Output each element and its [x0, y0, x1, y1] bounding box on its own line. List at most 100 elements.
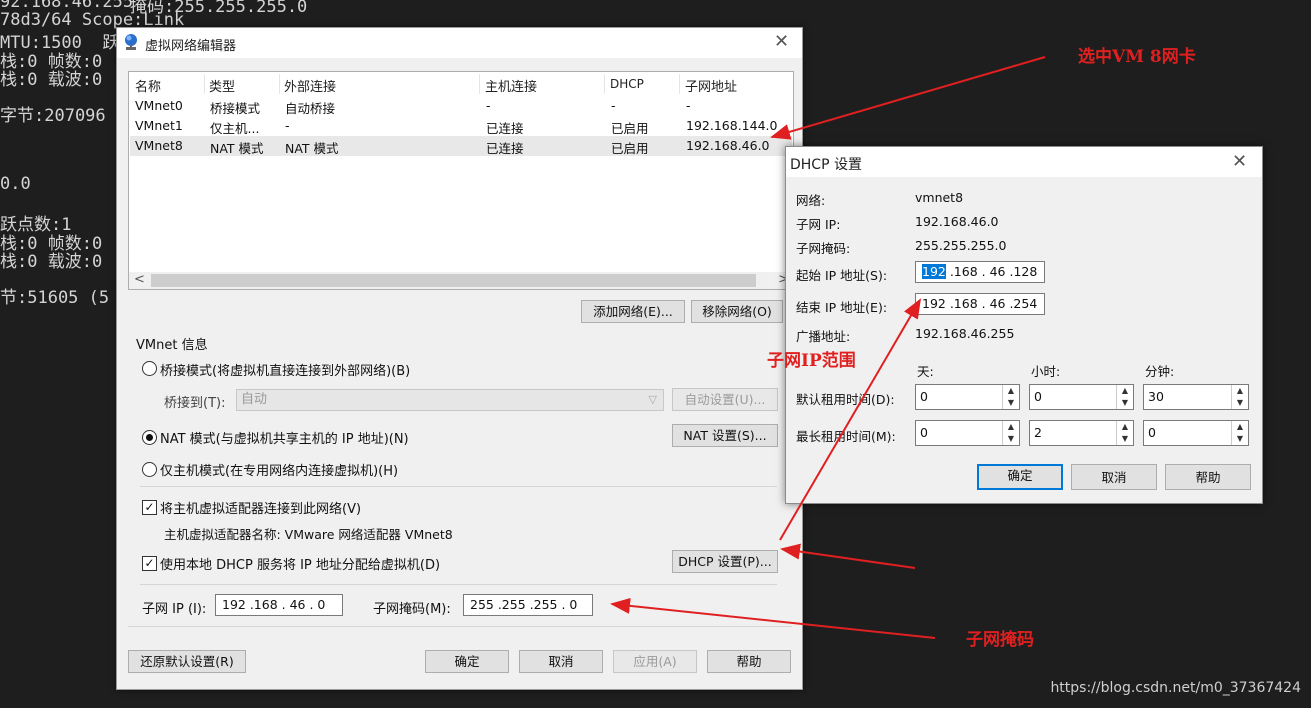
- dhcp-dialog-title: DHCP 设置: [790, 157, 862, 173]
- scroll-thumb[interactable]: [151, 274, 756, 287]
- restore-defaults-button[interactable]: 还原默认设置(R): [128, 650, 246, 673]
- spin-up-icon[interactable]: ▲: [1002, 385, 1019, 397]
- subnet-ip-label: 子网 IP (I):: [142, 602, 207, 617]
- subnet-ip-input[interactable]: 192 .168 . 46 . 0: [215, 594, 343, 616]
- dhcp-settings-button[interactable]: DHCP 设置(P)...: [672, 550, 778, 573]
- subnet-ip-label: 子网 IP:: [796, 217, 841, 232]
- dhcp-cancel-button[interactable]: 取消: [1071, 464, 1157, 490]
- cell-dhcp: 已启用: [611, 121, 649, 136]
- close-icon[interactable]: ✕: [774, 33, 789, 51]
- bridge-to-select[interactable]: 自动 ▽: [236, 389, 664, 411]
- hours-label: 小时:: [1031, 364, 1061, 379]
- spin-down-icon[interactable]: ▼: [1002, 433, 1019, 445]
- bridge-mode-label[interactable]: 桥接模式(将虚拟机直接连接到外部网络)(B): [160, 360, 410, 379]
- network-label: 网络:: [796, 193, 826, 208]
- subnet-mask-value: 255.255.255.0: [915, 238, 1007, 253]
- days-label: 天:: [917, 364, 934, 379]
- start-ip-input[interactable]: 192 .168 . 46 .128: [915, 261, 1045, 283]
- spin-up-icon[interactable]: ▲: [1231, 385, 1248, 397]
- default-lease-days[interactable]: 0 ▲ ▼: [915, 384, 1020, 410]
- bridge-to-label: 桥接到(T):: [164, 396, 226, 411]
- max-lease-minutes[interactable]: 0 ▲ ▼: [1143, 420, 1249, 446]
- horizontal-scrollbar[interactable]: < >: [129, 272, 793, 289]
- column-header-dhcp[interactable]: DHCP: [610, 77, 644, 91]
- watermark-text: https://blog.csdn.net/m0_37367424: [1050, 680, 1301, 696]
- max-lease-days[interactable]: 0 ▲ ▼: [915, 420, 1020, 446]
- column-header-type[interactable]: 类型: [209, 76, 235, 95]
- column-header-host[interactable]: 主机连接: [485, 76, 537, 95]
- add-network-button[interactable]: 添加网络(E)...: [581, 300, 685, 323]
- cell-type: 仅主机...: [210, 121, 260, 136]
- cell-type: NAT 模式: [210, 141, 264, 156]
- start-ip-rest: .168 . 46 .128: [945, 264, 1038, 279]
- max-lease-hours[interactable]: 2 ▲ ▼: [1029, 420, 1134, 446]
- start-ip-label: 起始 IP 地址(S):: [796, 268, 888, 283]
- cell-external: -: [285, 118, 290, 133]
- connect-adapter-label[interactable]: 将主机虚拟适配器连接到此网络(V): [160, 498, 361, 517]
- network-list[interactable]: 名称 类型 外部连接 主机连接 DHCP 子网地址 VMnet0 桥接模式 自动…: [128, 71, 794, 290]
- end-ip-input[interactable]: 192 .168 . 46 .254: [915, 293, 1045, 315]
- ok-button[interactable]: 确定: [425, 650, 509, 673]
- spin-up-icon[interactable]: ▲: [1002, 421, 1019, 433]
- spin-up-icon[interactable]: ▲: [1231, 421, 1248, 433]
- host-only-label[interactable]: 仅主机模式(在专用网络内连接虚拟机)(H): [160, 460, 398, 479]
- cell-host: -: [486, 98, 491, 113]
- spin-down-icon[interactable]: ▼: [1231, 397, 1248, 409]
- subnet-mask-label: 子网掩码:: [796, 241, 851, 256]
- dhcp-settings-dialog: DHCP 设置 ✕ 网络: vmnet8 子网 IP: 192.168.46.0…: [785, 146, 1263, 504]
- auto-settings-button[interactable]: 自动设置(U)...: [672, 388, 778, 411]
- cell-host: 已连接: [486, 121, 524, 136]
- cell-external: NAT 模式: [285, 141, 339, 156]
- cell-dhcp: 已启用: [611, 141, 649, 156]
- use-dhcp-checkbox[interactable]: ✓: [142, 556, 157, 571]
- title-bar: 虚拟网络编辑器 ✕: [117, 28, 802, 58]
- spin-down-icon[interactable]: ▼: [1116, 433, 1133, 445]
- column-header-external[interactable]: 外部连接: [284, 76, 336, 95]
- terminal-line: 栈:0 载波:0: [0, 69, 103, 90]
- remove-network-button[interactable]: 移除网络(O): [691, 300, 783, 323]
- column-header-name[interactable]: 名称: [135, 76, 161, 95]
- dhcp-title-bar: DHCP 设置 ✕: [786, 147, 1262, 177]
- bridge-mode-radio[interactable]: [142, 361, 157, 376]
- end-ip-label: 结束 IP 地址(E):: [796, 300, 888, 315]
- apply-button[interactable]: 应用(A): [613, 650, 697, 673]
- minutes-label: 分钟:: [1145, 364, 1175, 379]
- subnet-mask-input[interactable]: 255 .255 .255 . 0: [463, 594, 593, 616]
- cell-subnet: 192.168.46.0: [686, 138, 770, 153]
- broadcast-value: 192.168.46.255: [915, 326, 1015, 341]
- cancel-button[interactable]: 取消: [519, 650, 603, 673]
- spin-up-icon[interactable]: ▲: [1116, 421, 1133, 433]
- vmnet-info-heading: VMnet 信息: [136, 338, 208, 353]
- annotation-select-vm8: 选中VM 8网卡: [1078, 47, 1196, 67]
- spin-down-icon[interactable]: ▼: [1231, 433, 1248, 445]
- nat-mode-radio[interactable]: [142, 430, 157, 445]
- connect-adapter-checkbox[interactable]: ✓: [142, 500, 157, 515]
- host-only-radio[interactable]: [142, 462, 157, 477]
- dhcp-ok-button[interactable]: 确定: [977, 464, 1063, 490]
- cell-name: VMnet0: [135, 98, 183, 113]
- nat-settings-button[interactable]: NAT 设置(S)...: [672, 424, 778, 447]
- dhcp-help-button[interactable]: 帮助: [1165, 464, 1251, 490]
- adapter-name-text: 主机虚拟适配器名称: VMware 网络适配器 VMnet8: [164, 527, 453, 542]
- table-row[interactable]: VMnet1 仅主机... - 已连接 已启用 192.168.144.0: [130, 116, 792, 136]
- use-dhcp-label[interactable]: 使用本地 DHCP 服务将 IP 地址分配给虚拟机(D): [160, 554, 440, 573]
- table-row[interactable]: VMnet0 桥接模式 自动桥接 - - -: [130, 96, 792, 116]
- nat-mode-label[interactable]: NAT 模式(与虚拟机共享主机的 IP 地址)(N): [160, 428, 409, 447]
- default-lease-minutes[interactable]: 30 ▲ ▼: [1143, 384, 1249, 410]
- subnet-ip-value: 192.168.46.0: [915, 214, 999, 229]
- help-button[interactable]: 帮助: [707, 650, 791, 673]
- network-globe-icon: [125, 34, 137, 50]
- close-icon[interactable]: ✕: [1232, 153, 1247, 171]
- cell-type: 桥接模式: [210, 101, 261, 116]
- spin-down-icon[interactable]: ▼: [1116, 397, 1133, 409]
- spin-down-icon[interactable]: ▼: [1002, 397, 1019, 409]
- spin-up-icon[interactable]: ▲: [1116, 385, 1133, 397]
- default-lease-hours[interactable]: 0 ▲ ▼: [1029, 384, 1134, 410]
- table-row-selected[interactable]: VMnet8 NAT 模式 NAT 模式 已连接 已启用 192.168.46.…: [130, 136, 792, 156]
- cell-dhcp: -: [611, 98, 616, 113]
- cell-name: VMnet8: [135, 138, 183, 153]
- subnet-mask-label: 子网掩码(M):: [373, 602, 451, 617]
- cell-name: VMnet1: [135, 118, 183, 133]
- column-header-subnet[interactable]: 子网地址: [685, 76, 737, 95]
- scroll-left-icon[interactable]: <: [134, 272, 145, 287]
